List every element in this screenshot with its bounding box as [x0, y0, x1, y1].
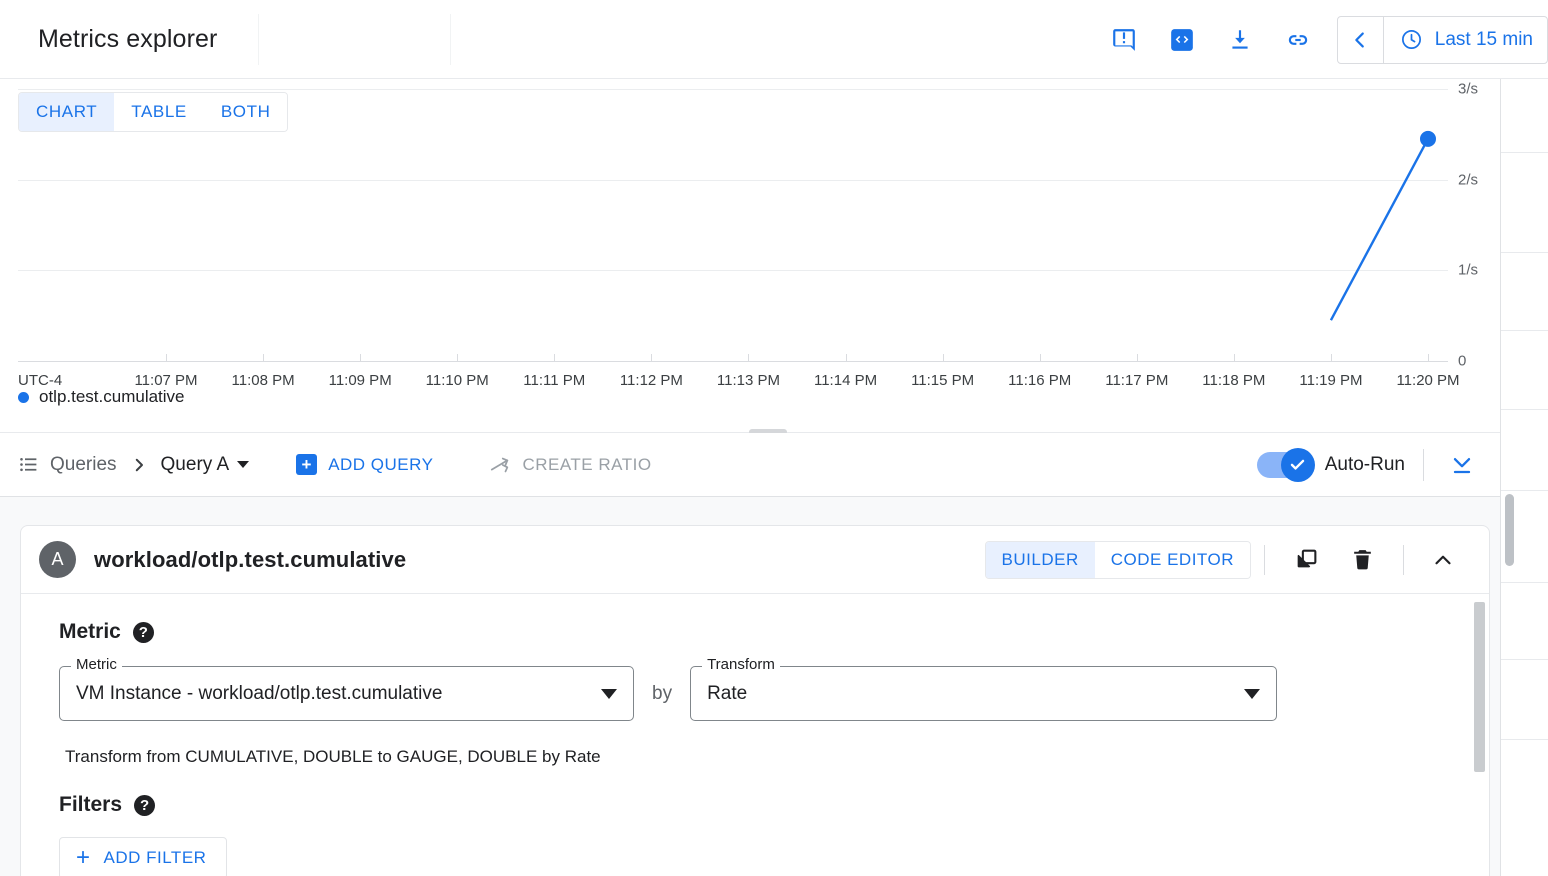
rail-divider — [1501, 152, 1548, 153]
query-card: A workload/otlp.test.cumulative BUILDER … — [20, 525, 1490, 876]
series-data-point[interactable] — [1420, 131, 1436, 147]
avatar: A — [39, 541, 76, 578]
transform-select-value: Rate — [707, 683, 747, 705]
tab-chart[interactable]: CHART — [19, 93, 114, 131]
chevron-down-icon — [237, 461, 249, 468]
list-icon — [18, 454, 39, 475]
queries-toolbar: Queries Query A + ADD QUERY — [0, 433, 1500, 497]
tab-both[interactable]: BOTH — [204, 93, 288, 131]
legend-color-dot — [18, 392, 29, 403]
create-ratio-label: CREATE RATIO — [522, 455, 651, 475]
ratio-icon — [489, 454, 511, 476]
time-range-button[interactable]: Last 15 min — [1384, 17, 1547, 63]
filters-section-heading: Filters ? — [59, 793, 1459, 817]
metric-section-heading: Metric ? — [59, 620, 1459, 644]
query-card-header: A workload/otlp.test.cumulative BUILDER … — [21, 526, 1489, 594]
delete-icon[interactable] — [1340, 538, 1384, 582]
actions-divider-2 — [1403, 545, 1404, 575]
time-range-back-button[interactable] — [1338, 17, 1384, 63]
duplicate-icon[interactable] — [1284, 538, 1328, 582]
filters-heading-label: Filters — [59, 793, 122, 817]
query-card-scrollbar[interactable] — [1474, 602, 1485, 772]
chart-plot-area[interactable]: 01/s2/s3/s UTC-411:07 PM11:08 PM11:09 PM… — [18, 89, 1500, 379]
create-ratio-button[interactable]: CREATE RATIO — [489, 454, 651, 476]
query-card-title: workload/otlp.test.cumulative — [94, 547, 406, 573]
transform-description: Transform from CUMULATIVE, DOUBLE to GAU… — [59, 747, 1459, 767]
plus-icon: + — [76, 846, 91, 870]
transform-chevron-down-icon — [1244, 689, 1260, 699]
transform-select[interactable]: Transform Rate — [690, 666, 1277, 721]
auto-run-label: Auto-Run — [1325, 454, 1405, 476]
header-divider-2 — [450, 14, 451, 65]
y-tick-label: 0 — [1458, 353, 1466, 370]
add-query-label: ADD QUERY — [328, 455, 433, 475]
chart-panel: CHART TABLE BOTH 01/s2/s3/s UTC-411:07 P… — [0, 79, 1500, 432]
help-icon[interactable]: ? — [133, 622, 154, 643]
query-selector-label: Query A — [161, 454, 230, 476]
download-icon[interactable] — [1218, 18, 1262, 62]
query-card-body: Metric ? Metric VM Instance - workload/o… — [21, 594, 1489, 876]
y-tick-label: 3/s — [1458, 81, 1478, 98]
plus-icon: + — [296, 454, 317, 475]
header-actions: Last 15 min — [1095, 0, 1548, 79]
tab-table[interactable]: TABLE — [114, 93, 204, 131]
chevron-right-icon — [130, 456, 148, 474]
right-panel-scrollbar[interactable] — [1505, 494, 1514, 566]
chart-series — [18, 89, 1448, 379]
add-filter-label: ADD FILTER — [104, 848, 207, 868]
time-range-label: Last 15 min — [1435, 29, 1533, 51]
rail-divider — [1501, 252, 1548, 253]
by-label: by — [652, 683, 672, 705]
queries-toolbar-right: Auto-Run — [1257, 445, 1482, 485]
toolbar-divider — [1423, 449, 1424, 481]
app-header: Metrics explorer — [0, 0, 1548, 79]
filters-help-icon[interactable]: ? — [134, 795, 155, 816]
query-card-actions: BUILDER CODE EDITOR — [985, 538, 1469, 582]
chart-view-tabs: CHART TABLE BOTH — [18, 92, 288, 132]
breadcrumb-queries-label: Queries — [50, 454, 117, 476]
tab-code-editor[interactable]: CODE EDITOR — [1095, 542, 1250, 578]
y-tick-label: 1/s — [1458, 262, 1478, 279]
y-tick-label: 2/s — [1458, 171, 1478, 188]
metrics-explorer-page: Metrics explorer — [0, 0, 1548, 876]
auto-run-toggle-knob — [1281, 448, 1315, 482]
rail-divider — [1501, 659, 1548, 660]
collapse-all-icon[interactable] — [1442, 445, 1482, 485]
right-side-panel — [1500, 79, 1548, 876]
metric-chevron-down-icon — [601, 689, 617, 699]
code-icon[interactable] — [1160, 18, 1204, 62]
auto-run-control: Auto-Run — [1257, 452, 1405, 478]
actions-divider-1 — [1264, 545, 1265, 575]
page-title: Metrics explorer — [0, 25, 217, 54]
rail-divider — [1501, 582, 1548, 583]
query-editor-area: A workload/otlp.test.cumulative BUILDER … — [0, 497, 1500, 876]
rail-divider — [1501, 330, 1548, 331]
header-divider-1 — [258, 14, 259, 65]
metric-heading-label: Metric — [59, 620, 121, 644]
clock-icon — [1400, 28, 1423, 51]
collapse-card-icon[interactable] — [1421, 538, 1465, 582]
auto-run-toggle[interactable] — [1257, 452, 1311, 478]
metric-select[interactable]: Metric VM Instance - workload/otlp.test.… — [59, 666, 634, 721]
editor-mode-toggle: BUILDER CODE EDITOR — [985, 541, 1251, 579]
time-range-control: Last 15 min — [1337, 16, 1548, 64]
series-line — [1331, 139, 1428, 320]
transform-field-label: Transform — [702, 656, 780, 673]
queries-breadcrumb: Queries Query A + ADD QUERY — [18, 454, 652, 476]
legend-item-label: otlp.test.cumulative — [39, 387, 185, 407]
metric-fields-row: Metric VM Instance - workload/otlp.test.… — [59, 666, 1459, 721]
add-query-button[interactable]: + ADD QUERY — [296, 454, 433, 475]
chart-legend[interactable]: otlp.test.cumulative — [18, 387, 185, 407]
query-selector[interactable]: Query A — [161, 454, 250, 476]
rail-divider — [1501, 409, 1548, 410]
metric-select-value: VM Instance - workload/otlp.test.cumulat… — [76, 683, 442, 705]
tab-builder[interactable]: BUILDER — [986, 542, 1095, 578]
rail-divider — [1501, 490, 1548, 491]
feedback-icon[interactable] — [1102, 18, 1146, 62]
rail-divider — [1501, 739, 1548, 740]
metric-field-label: Metric — [71, 656, 122, 673]
link-icon[interactable] — [1276, 18, 1320, 62]
add-filter-button[interactable]: + ADD FILTER — [59, 837, 227, 876]
breadcrumb[interactable]: Queries — [18, 454, 117, 476]
